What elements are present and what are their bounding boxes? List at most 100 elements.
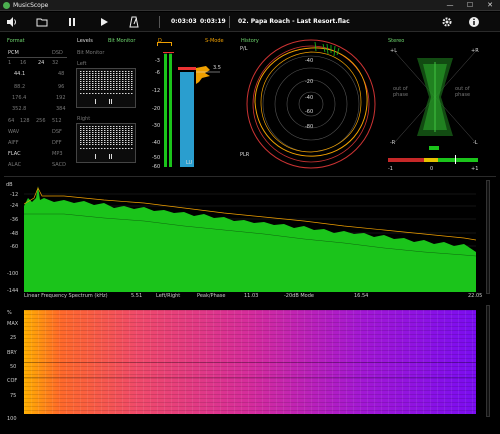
correlation-bar-mid <box>424 158 438 162</box>
meter-left-bar <box>164 54 167 167</box>
meter-scale-3: -3 <box>155 58 160 64</box>
play-icon[interactable] <box>98 16 110 28</box>
correlation-bar-positive <box>438 158 478 162</box>
rate-48: 48 <box>58 71 65 77</box>
stereo-scope <box>395 52 475 142</box>
spectrum-x-tick-5-51: 5.51 <box>131 293 143 299</box>
left-right-toggle[interactable]: Left/Right <box>156 293 180 299</box>
spectrum-x-tick-16-54: 16.54 <box>354 293 369 299</box>
loudness-target-marker <box>178 67 196 70</box>
spectrum-tick-24: -24 <box>10 203 19 209</box>
container-dff: DFF <box>52 140 62 146</box>
gear-icon[interactable] <box>441 16 453 28</box>
container-mp3: MP3 <box>52 151 63 157</box>
app-logo-icon <box>3 2 10 9</box>
window-title: MusicScope <box>13 2 49 9</box>
meter-peak-marker <box>163 52 174 53</box>
spectrum-tick-12: -12 <box>10 192 19 198</box>
correlation-bar-negative <box>388 158 424 162</box>
loudness-bar <box>180 72 194 167</box>
dsd-rate-256: 256 <box>36 118 46 124</box>
spectrum-x-tick-11-03: 11.03 <box>244 293 259 299</box>
meter-scale-30: -30 <box>152 123 161 129</box>
bit-depth-32: 32 <box>52 60 59 66</box>
container-alac: ALAC <box>8 162 22 168</box>
peak-phase-toggle[interactable]: Peak/Phase <box>197 293 226 299</box>
s-mode-label[interactable]: S-Mode <box>205 38 224 44</box>
history-ring-label-5: -80 <box>305 124 314 130</box>
rate-384: 384 <box>56 106 66 112</box>
meter-scale-20: -20 <box>152 106 161 112</box>
bit-depth-24: 24 <box>38 60 45 66</box>
bit-depth-1: 1 <box>8 60 12 66</box>
spectrum-tick-36: -36 <box>10 217 19 223</box>
spectrogram-scrollbar[interactable] <box>486 305 490 417</box>
section-divider <box>4 176 496 177</box>
history-radar <box>246 39 376 169</box>
spectrogram-cof-label: COF <box>7 378 18 384</box>
meter-scale-40: -40 <box>152 140 161 146</box>
history-ring-label-2: -20 <box>305 79 314 85</box>
maximize-button[interactable]: ☐ <box>463 1 477 10</box>
levels-title: Levels <box>77 38 93 44</box>
right-channel-label: Right <box>77 116 91 122</box>
bit-depth-16: 16 <box>20 60 27 66</box>
duration-time: 0:03:19 <box>200 18 226 25</box>
left-bit-monitor <box>76 68 136 108</box>
left-channel-label: Left <box>77 61 87 67</box>
spectrogram-tick-75: 75 <box>10 393 17 399</box>
toolbar: 0:03:03 0:03:19 02. Papa Roach - Last Re… <box>0 12 500 32</box>
format-title: Format <box>7 38 25 44</box>
meter-scale-12: -12 <box>152 88 161 94</box>
format-divider <box>7 57 67 58</box>
right-bit-grid <box>79 126 133 159</box>
spectrum-x-tick-22-05: 22.05 <box>468 293 483 299</box>
rate-352-8: 352.8 <box>12 106 27 112</box>
frequency-spectrum <box>24 186 476 292</box>
container-aiff: AIFF <box>8 140 19 146</box>
stereo-title: Stereo <box>388 38 405 44</box>
close-button[interactable]: ✕ <box>483 1 497 10</box>
meter-right-bar <box>169 54 172 167</box>
spectrogram-tick-100: 100 <box>7 416 17 422</box>
toolbar-separator <box>229 16 230 28</box>
spectrogram-max-label: MAX <box>7 321 19 327</box>
bit-monitor-label: Bit Monitor <box>77 50 105 56</box>
track-name: 02. Papa Roach - Last Resort.flac <box>238 18 350 25</box>
history-ring-label-1: -40 <box>305 58 314 64</box>
loudness-unit: LU <box>186 160 193 166</box>
meter-scale-60: -60 <box>152 164 161 170</box>
spectrum-db-label: dB <box>6 182 13 188</box>
pause-icon[interactable] <box>66 16 78 28</box>
correlation-needle <box>455 155 456 164</box>
container-flac: FLAC <box>8 151 21 157</box>
rate-176-4: 176.4 <box>12 95 27 101</box>
speaker-icon[interactable] <box>6 16 18 28</box>
left-bit-grid <box>79 71 133 104</box>
toolbar-separator <box>159 16 160 28</box>
folder-icon[interactable] <box>36 16 48 28</box>
rate-88-2: 88.2 <box>14 84 26 90</box>
minimize-button[interactable]: — <box>443 1 457 10</box>
history-ring-label-3: -40 <box>305 95 314 101</box>
info-icon[interactable] <box>468 16 480 28</box>
meter-value: 3.5 <box>213 65 221 71</box>
history-ring-label-4: -60 <box>305 109 314 115</box>
spectrogram-pct-label: % <box>7 310 12 316</box>
db-mode-toggle[interactable]: -20dB Mode <box>284 293 314 299</box>
rate-192: 192 <box>56 95 66 101</box>
spectrum-tick-48: -48 <box>10 231 19 237</box>
correlation-min: -1 <box>388 166 393 172</box>
spectrum-caption: Linear Frequency Spectrum (kHz) <box>24 293 108 299</box>
pcm-label: PCM <box>8 50 19 56</box>
title-bar: MusicScope — ☐ ✕ <box>0 0 500 11</box>
dsd-rate-128: 128 <box>20 118 30 124</box>
spectrum-scrollbar[interactable] <box>486 180 490 294</box>
metronome-icon[interactable] <box>128 16 140 28</box>
dsd-rate-64: 64 <box>8 118 15 124</box>
meter-scale-6: -6 <box>155 70 160 76</box>
bit-monitor-tab[interactable]: Bit Monitor <box>108 38 135 44</box>
dsd-label: DSD <box>52 50 63 56</box>
spectrum-tick-144: -144 <box>7 288 19 294</box>
correlation-mid: 0 <box>430 166 434 172</box>
